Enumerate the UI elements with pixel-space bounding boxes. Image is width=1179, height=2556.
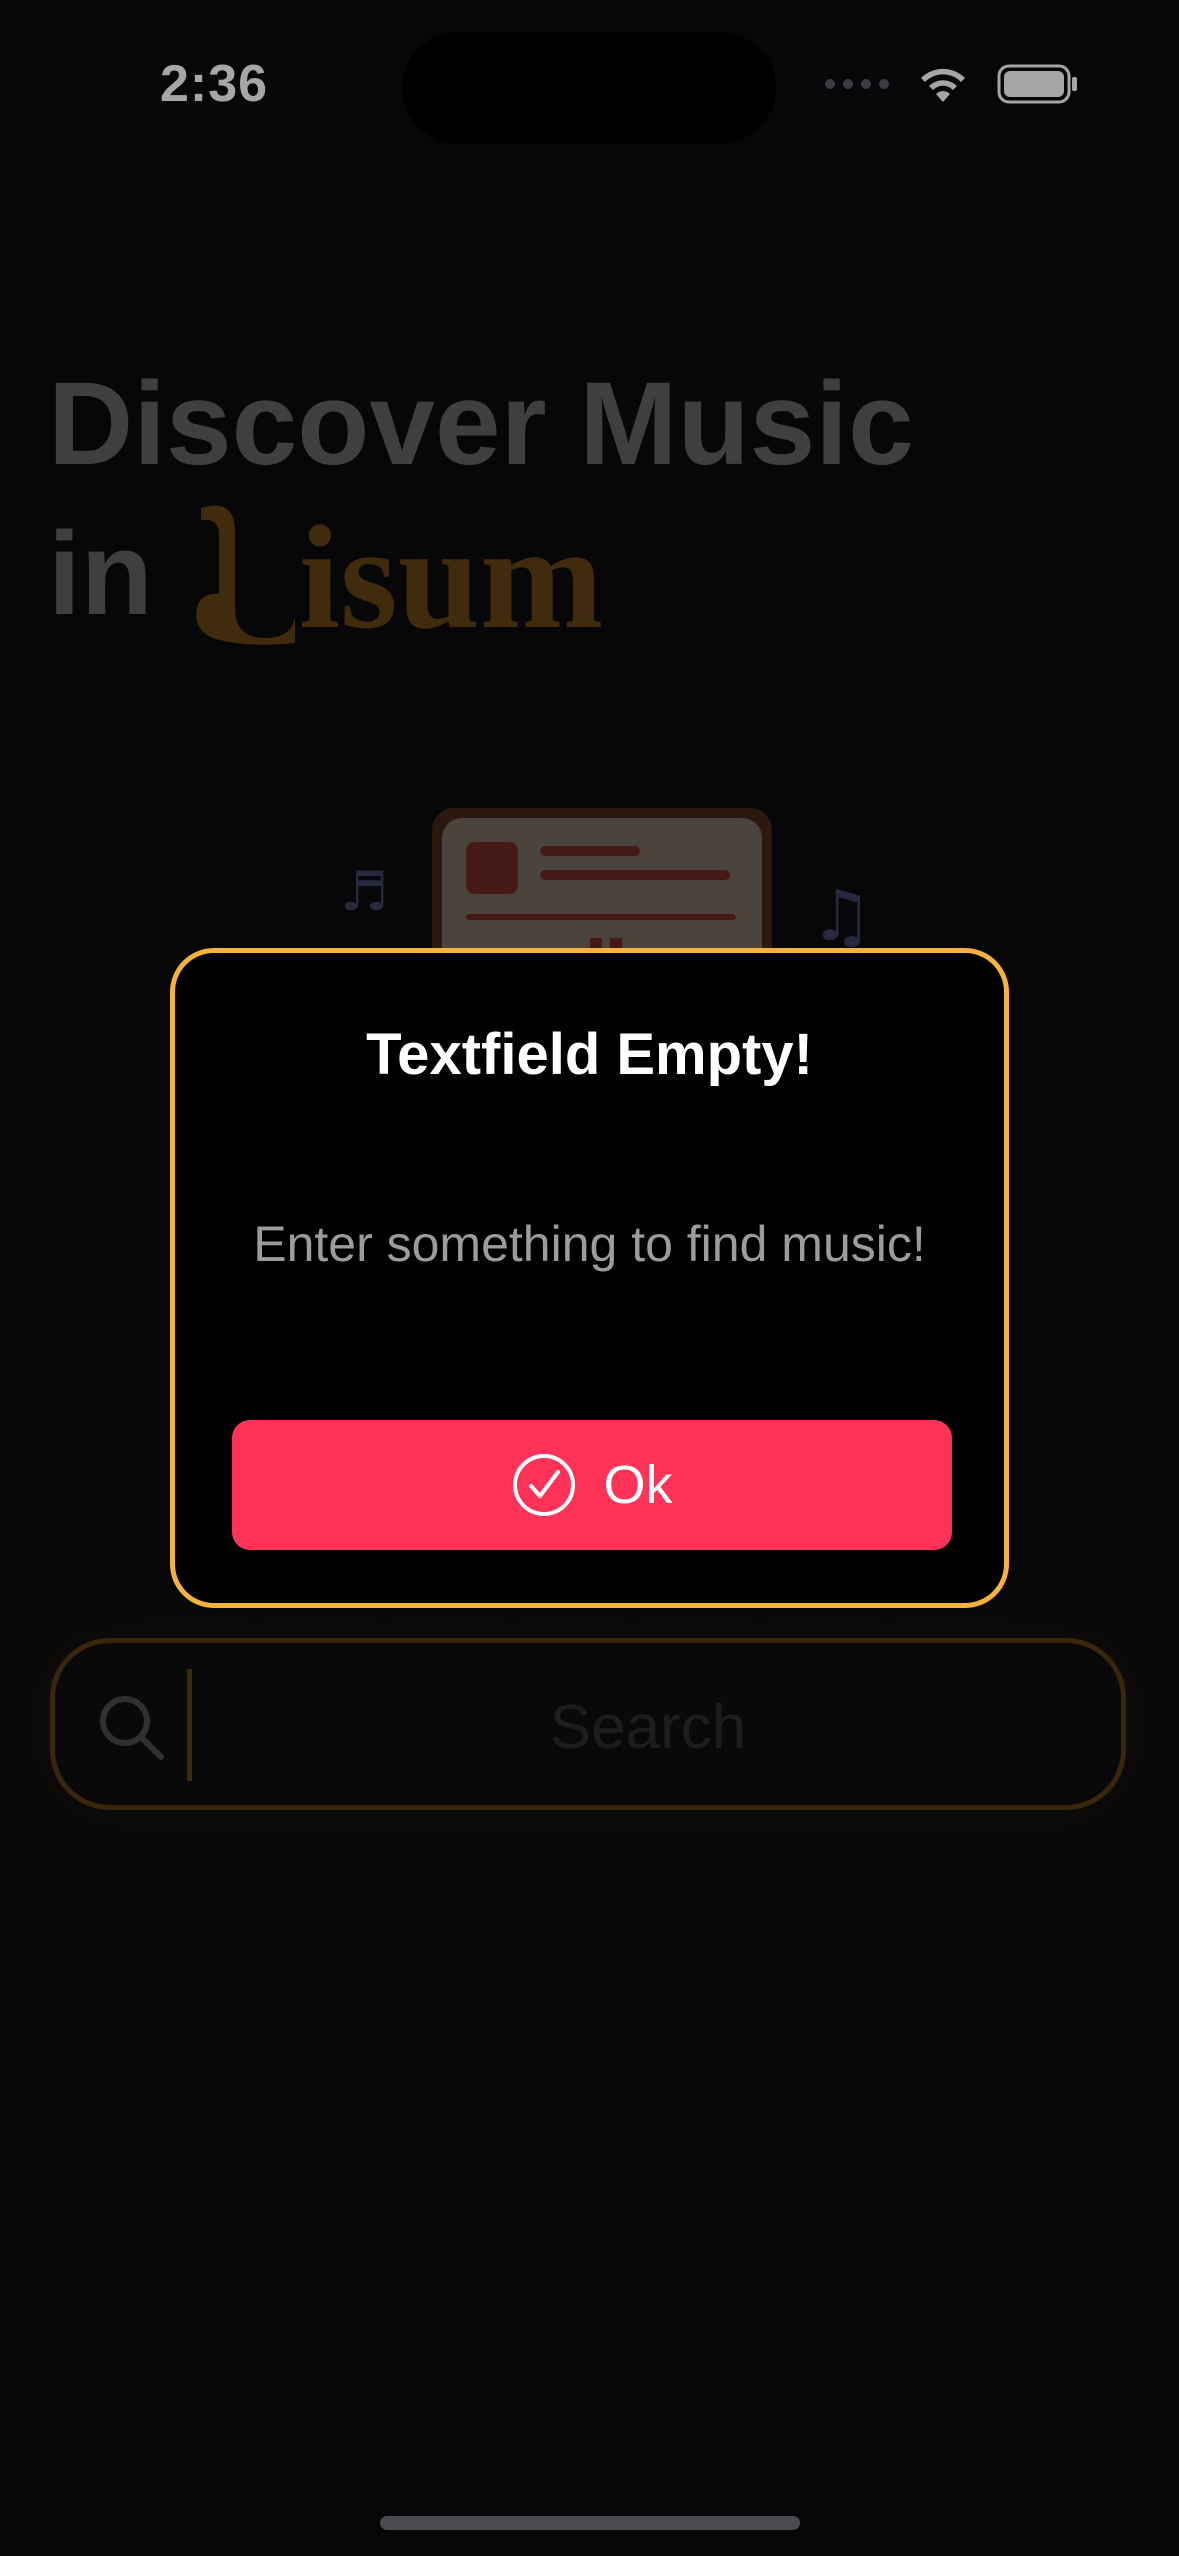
ok-button[interactable]: Ok: [232, 1420, 952, 1550]
alert-dialog: Textfield Empty! Enter something to find…: [170, 948, 1009, 1608]
home-indicator[interactable]: [380, 2516, 800, 2530]
alert-message: Enter something to find music!: [253, 1216, 926, 1272]
alert-title: Textfield Empty!: [366, 1022, 813, 1087]
ok-button-label: Ok: [603, 1455, 673, 1515]
checkmark-circle-icon: [513, 1454, 576, 1516]
app-screen: 2:36 Discover Music in isum ♬ ♫ Search T…: [0, 0, 1179, 2556]
